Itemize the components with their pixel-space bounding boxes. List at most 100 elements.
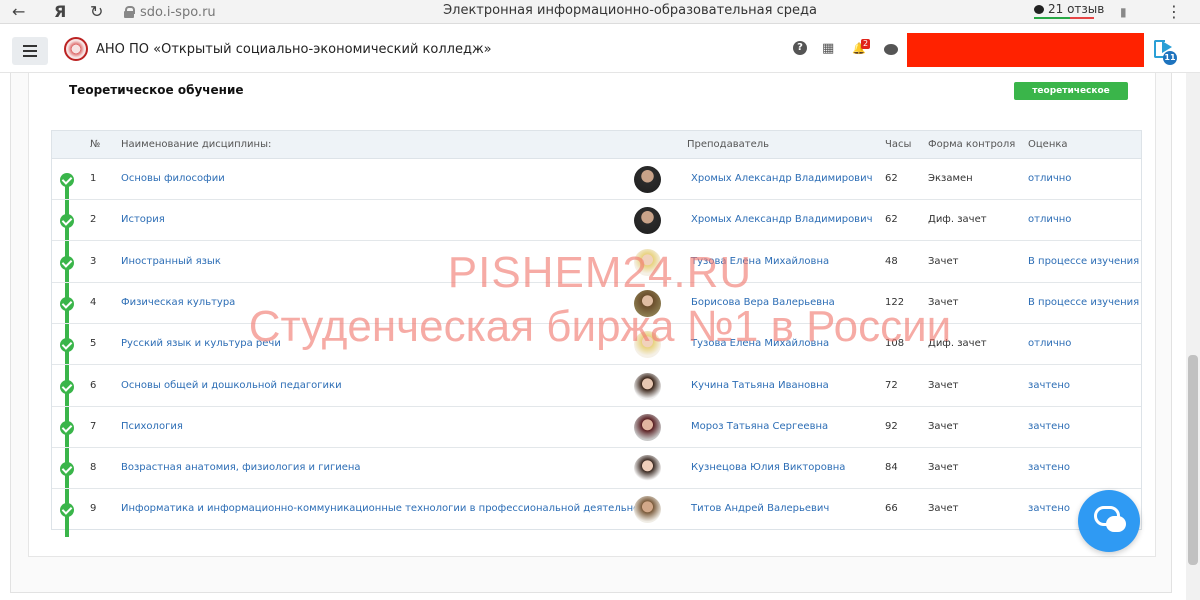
hamburger-menu-button[interactable] (12, 37, 48, 65)
row-num: 1 (90, 173, 97, 184)
reviews-label: 21 отзыв (1048, 2, 1105, 16)
chat-widget-button[interactable] (1078, 490, 1140, 552)
table-row: 4 Физическая культура Борисова Вера Валерь… (52, 283, 1141, 324)
discipline-link[interactable]: Иностранный язык (121, 256, 221, 267)
row-num: 2 (90, 214, 97, 226)
reviews-button[interactable]: 21 отзыв (1034, 2, 1104, 16)
messages-icon[interactable] (884, 44, 898, 55)
calendar-icon[interactable]: ▦ (822, 41, 834, 57)
user-profile-block[interactable] (907, 33, 1144, 67)
teacher-link[interactable]: Хромых Александр Владимирович (691, 214, 872, 225)
teacher-avatar[interactable] (634, 248, 661, 276)
teacher-link[interactable]: Тузова Елена Михайловна (691, 256, 829, 267)
org-name: АНО ПО «Открытый социально-экономический… (96, 42, 492, 57)
header-discipline: Наименование дисциплины: (121, 139, 272, 150)
table-row: 9 Информатика и информационно-коммуникаци… (52, 489, 1141, 530)
grade-link[interactable]: В процессе изучения (1028, 297, 1139, 308)
check-circle-icon (60, 255, 74, 270)
check-circle-icon (60, 503, 74, 518)
discipline-link[interactable]: Возрастная анатомия, физиология и гигиен… (121, 462, 361, 473)
more-menu-icon[interactable]: ⋮ (1166, 2, 1182, 22)
grade-link[interactable]: В процессе изучения (1028, 256, 1139, 267)
bookmark-icon[interactable]: ▮ (1120, 2, 1127, 22)
control-form: Диф. зачет (928, 214, 987, 226)
browser-toolbar: ← Я ↻ sdo.i-spo.ru Электронная информаци… (0, 0, 1200, 24)
hours-value: 62 (885, 214, 898, 226)
discipline-link[interactable]: Основы философии (121, 173, 225, 184)
notifications-badge: 2 (861, 39, 871, 49)
grade-link[interactable]: зачтено (1028, 503, 1070, 514)
speech-bubble-icon (1034, 4, 1044, 14)
teacher-link[interactable]: Борисова Вера Валерьевна (691, 297, 835, 308)
row-num: 4 (90, 296, 97, 308)
teacher-avatar[interactable] (634, 289, 661, 317)
control-form: Зачет (928, 379, 959, 391)
row-num: 3 (90, 255, 97, 267)
discipline-link[interactable]: Русский язык и культура речи (121, 338, 281, 349)
discipline-link[interactable]: Физическая культура (121, 297, 235, 308)
grade-link[interactable]: зачтено (1028, 421, 1070, 432)
teacher-link[interactable]: Мороз Татьяна Сергеевна (691, 421, 828, 432)
check-circle-icon (60, 214, 74, 229)
hamburger-line (23, 45, 37, 47)
table-header: № Наименование дисциплины: Преподаватель… (52, 131, 1141, 159)
teacher-link[interactable]: Хромых Александр Владимирович (691, 173, 872, 184)
check-circle-icon (60, 379, 74, 394)
check-circle-icon (60, 420, 74, 435)
section-title: Теоретическое обучение (69, 83, 244, 97)
teacher-avatar[interactable] (634, 496, 661, 524)
messages-count-badge: 11 (1163, 51, 1177, 65)
scrollbar-thumb[interactable] (1188, 355, 1198, 565)
hours-value: 48 (885, 255, 898, 267)
header-grade: Оценка (1028, 139, 1068, 150)
teacher-avatar[interactable] (634, 166, 661, 193)
control-form: Зачет (928, 296, 959, 308)
hamburger-line (23, 55, 37, 57)
check-circle-icon (60, 173, 74, 187)
row-num: 7 (90, 420, 97, 432)
hours-value: 92 (885, 420, 898, 432)
hours-value: 122 (885, 296, 905, 308)
discipline-link[interactable]: Психология (121, 421, 183, 432)
grade-link[interactable]: отлично (1028, 173, 1071, 184)
teacher-link[interactable]: Кузнецова Юлия Викторовна (691, 462, 845, 473)
check-circle-icon (60, 462, 74, 477)
grade-link[interactable]: зачтено (1028, 462, 1070, 473)
table-row: 3 Иностранный язык Тузова Елена Михайловна… (52, 242, 1141, 283)
reviews-rating-bar (1034, 17, 1094, 19)
teacher-avatar[interactable] (634, 413, 661, 441)
hours-value: 66 (885, 503, 898, 515)
discipline-link[interactable]: История (121, 214, 165, 225)
college-logo[interactable] (64, 37, 88, 61)
grade-link[interactable]: зачтено (1028, 380, 1070, 391)
teacher-avatar[interactable] (634, 372, 661, 400)
hours-value: 72 (885, 379, 898, 391)
hours-value: 84 (885, 462, 898, 474)
teacher-link[interactable]: Кучина Татьяна Ивановна (691, 380, 829, 391)
table-row: 1 Основы философии Хромых Александр Владим… (52, 159, 1141, 200)
row-num: 5 (90, 338, 97, 350)
discipline-link[interactable]: Информатика и информационно-коммуникацио… (121, 503, 657, 514)
teacher-link[interactable]: Титов Андрей Валерьевич (691, 503, 829, 514)
grade-link[interactable]: отлично (1028, 338, 1071, 349)
teacher-avatar[interactable] (634, 331, 661, 359)
header-teacher: Преподаватель (687, 139, 770, 150)
hours-value: 108 (885, 338, 905, 350)
control-form: Зачет (928, 503, 959, 515)
teacher-link[interactable]: Тузова Елена Михайловна (691, 338, 829, 349)
browser-tab-title: Электронная информационно-образовательна… (443, 3, 817, 18)
help-icon[interactable]: ? (793, 41, 807, 55)
grade-link[interactable]: отлично (1028, 214, 1071, 225)
header-control: Форма контроля (928, 139, 1016, 150)
table-row: 7 Психология Мороз Татьяна Сергеевна 92 Заче… (52, 407, 1141, 448)
table-row: 2 История Хромых Александр Владимирович 62 Д… (52, 200, 1141, 242)
hamburger-line (23, 50, 37, 52)
row-num: 8 (90, 462, 97, 474)
row-num: 6 (90, 379, 97, 391)
table-row: 6 Основы общей и дошкольной педагогики Куч… (52, 366, 1141, 407)
check-circle-icon (60, 338, 74, 353)
discipline-link[interactable]: Основы общей и дошкольной педагогики (121, 380, 342, 391)
teacher-avatar[interactable] (634, 207, 661, 235)
teacher-avatar[interactable] (634, 455, 661, 483)
row-num: 9 (90, 503, 97, 515)
